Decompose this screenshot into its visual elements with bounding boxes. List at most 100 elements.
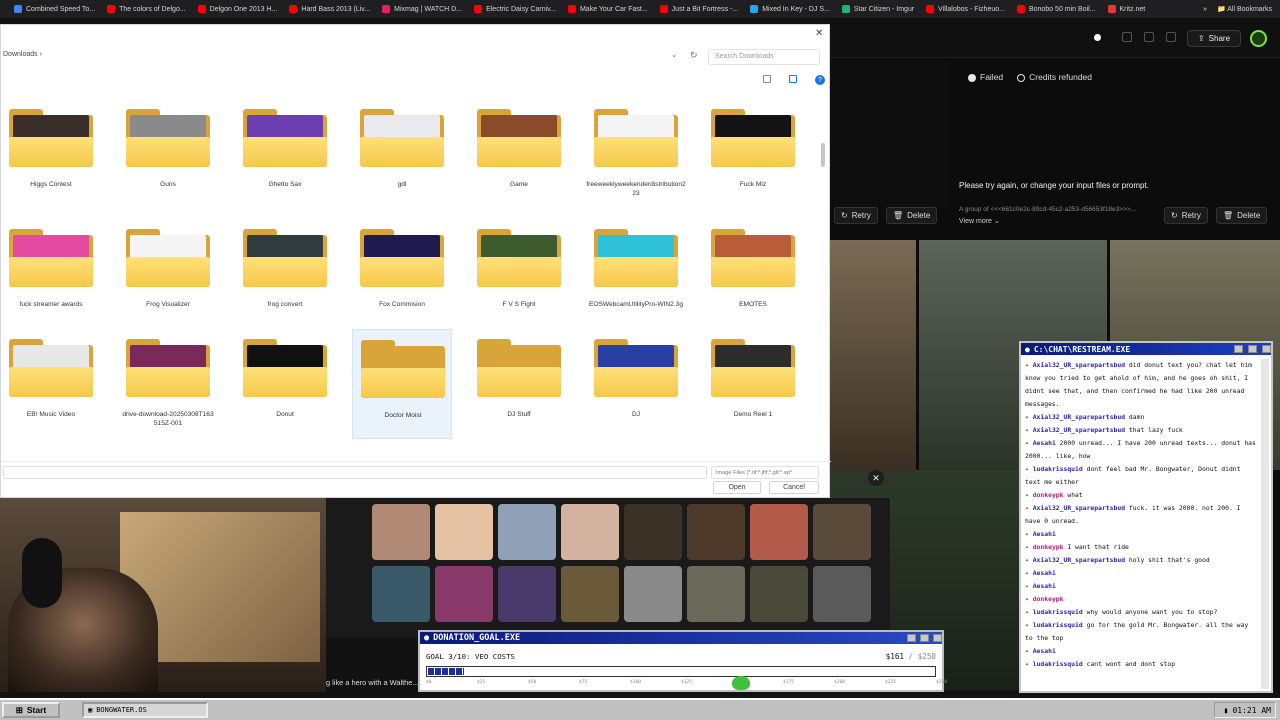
- file-type-select[interactable]: Image Files (*.tif;*.jfif;*.gif;*.ap*: [711, 466, 819, 479]
- chevron-down-icon[interactable]: ⌄: [671, 50, 678, 59]
- thumbnail-image[interactable]: [624, 504, 682, 560]
- folder-item[interactable]: DJ Stuff: [469, 329, 569, 439]
- thumbnail-image[interactable]: [813, 566, 871, 622]
- thumbnail-image[interactable]: [813, 504, 871, 560]
- popup-close-icon[interactable]: ✕: [868, 470, 884, 486]
- bookmark-item[interactable]: The colors of Delgo...: [107, 5, 186, 13]
- favicon-icon: [289, 5, 298, 13]
- view-more-link[interactable]: View more ⌄: [959, 217, 1000, 225]
- delete-button-left[interactable]: 🗑 Delete: [886, 207, 938, 224]
- bookmark-item[interactable]: Star Citizen - Imgur: [841, 5, 914, 13]
- bookmark-item[interactable]: Just a Bit Fortress -...: [659, 5, 738, 13]
- folder-item[interactable]: Game: [469, 99, 569, 209]
- folder-item[interactable]: Ghetto Sax: [235, 99, 335, 209]
- preview-pane-icon[interactable]: [789, 75, 797, 83]
- start-button[interactable]: ⊞ Start: [2, 702, 60, 718]
- retry-button-left[interactable]: ↻ Retry: [834, 207, 878, 224]
- bookmark-label: Hard Bass 2013 (Liv...: [301, 5, 371, 13]
- bookmark-label: Make Your Car Fast...: [579, 5, 648, 13]
- settings-icon[interactable]: [1144, 32, 1154, 42]
- thumbnail-image[interactable]: [750, 566, 808, 622]
- thumbnail-image[interactable]: [498, 504, 556, 560]
- open-button[interactable]: Open: [713, 481, 761, 494]
- taskbar-item[interactable]: ▣ BONGWATER.OS: [82, 702, 208, 718]
- favicon-icon: [926, 5, 935, 13]
- view-mode-icon[interactable]: [763, 75, 771, 83]
- thumbnail-image[interactable]: [372, 566, 430, 622]
- help-icon[interactable]: ?: [815, 75, 825, 85]
- bookmark-item[interactable]: Kritz.net: [1107, 5, 1145, 13]
- thumbnail-image[interactable]: [561, 504, 619, 560]
- bookmark-item[interactable]: Mixed In Key - DJ S...: [750, 5, 830, 13]
- folder-item[interactable]: fuck streamer awards: [1, 219, 101, 329]
- folder-name: EB! Music Video: [26, 411, 76, 418]
- refresh-icon[interactable]: ↻: [690, 50, 698, 61]
- grid-icon[interactable]: [1166, 32, 1176, 42]
- generated-image[interactable]: [830, 240, 916, 470]
- bookmark-item[interactable]: Combined Speed To...: [14, 5, 95, 13]
- delete-label: Delete: [1237, 211, 1261, 220]
- thumbnail-image[interactable]: [750, 504, 808, 560]
- bookmark-item[interactable]: Villalobos - Fizheuo...: [926, 5, 1005, 13]
- retry-button[interactable]: ↻ Retry: [1164, 207, 1208, 224]
- tray-icon[interactable]: ▮: [1224, 706, 1229, 715]
- minimize-icon[interactable]: [1234, 345, 1243, 353]
- dialog-close-icon[interactable]: ✕: [815, 28, 823, 39]
- thumbnail-image[interactable]: [498, 566, 556, 622]
- thumbnail-image[interactable]: [561, 566, 619, 622]
- folder-item[interactable]: EB! Music Video: [1, 329, 101, 439]
- slider-knob-icon[interactable]: [1094, 34, 1101, 41]
- maximize-icon[interactable]: [1248, 345, 1257, 353]
- delete-button[interactable]: 🗑 Delete: [1216, 207, 1268, 224]
- thumbnail-image[interactable]: [687, 504, 745, 560]
- bookmark-item[interactable]: Mixmag | WATCH D...: [382, 5, 462, 13]
- breadcrumb[interactable]: Downloads ›: [3, 51, 42, 58]
- chat-scrollbar[interactable]: [1261, 359, 1269, 689]
- folder-item[interactable]: Fuck Miz: [703, 99, 803, 209]
- maximize-icon[interactable]: [920, 634, 929, 642]
- favicon-icon: [750, 5, 759, 13]
- folder-item[interactable]: frog convert: [235, 219, 335, 329]
- bookmark-item[interactable]: Hard Bass 2013 (Liv...: [289, 5, 370, 13]
- tick-label: $25: [477, 680, 486, 685]
- folder-item[interactable]: gdl: [352, 99, 452, 209]
- close-icon[interactable]: [1262, 345, 1271, 353]
- folder-item[interactable]: drive-download-20250308T163 515Z-001: [118, 329, 218, 439]
- folder-item[interactable]: Frog Visualizer: [118, 219, 218, 329]
- filename-input[interactable]: [3, 466, 707, 479]
- bookmarks-overflow-button[interactable]: »: [1203, 6, 1207, 13]
- folder-item[interactable]: Doctor Moist: [352, 329, 452, 439]
- folder-item[interactable]: DJ: [586, 329, 686, 439]
- chat-username: ludakrissquid: [1032, 621, 1083, 629]
- close-icon[interactable]: [933, 634, 942, 642]
- share-button[interactable]: ⇪ Share: [1187, 30, 1241, 47]
- folder-item[interactable]: EOSWebcamUtilityPro-WIN2.3g: [586, 219, 686, 329]
- thumbnail-image[interactable]: [435, 566, 493, 622]
- profile-avatar[interactable]: [1250, 30, 1267, 47]
- bookmark-item[interactable]: Bonobo 50 min Boil...: [1016, 5, 1096, 13]
- folder-item[interactable]: EMOTES: [703, 219, 803, 329]
- folder-item[interactable]: Donut: [235, 329, 335, 439]
- folder-item[interactable]: Fox Commision: [352, 219, 452, 329]
- dialog-scrollbar[interactable]: [821, 143, 825, 167]
- bookmark-item[interactable]: Make Your Car Fast...: [567, 5, 648, 13]
- folder-item[interactable]: Guns: [118, 99, 218, 209]
- folder-item[interactable]: Higgs Contest: [1, 99, 101, 209]
- bookmark-item[interactable]: Delgon One 2013 H...: [197, 5, 278, 13]
- thumbnail-image[interactable]: [624, 566, 682, 622]
- cancel-button[interactable]: Cancel: [769, 481, 819, 494]
- folder-item[interactable]: Demo Reel 1: [703, 329, 803, 439]
- all-bookmarks-button[interactable]: 📁 All Bookmarks: [1217, 5, 1272, 13]
- bookmark-label: Delgon One 2013 H...: [209, 5, 278, 13]
- thumbnail-image[interactable]: [372, 504, 430, 560]
- folder-item[interactable]: F V S Fight: [469, 219, 569, 329]
- thumbnail-image[interactable]: [687, 566, 745, 622]
- minimize-icon[interactable]: [907, 634, 916, 642]
- layout-icon[interactable]: [1122, 32, 1132, 42]
- thumbnail-image[interactable]: [435, 504, 493, 560]
- failed-label: Failed: [980, 72, 1004, 82]
- search-input[interactable]: Search Downloads: [708, 49, 820, 65]
- folder-item[interactable]: freeweeklyweekenderdistribution2 23: [586, 99, 686, 209]
- bookmark-item[interactable]: Electric Daisy Carniv...: [474, 5, 556, 13]
- folder-icon: [477, 227, 561, 287]
